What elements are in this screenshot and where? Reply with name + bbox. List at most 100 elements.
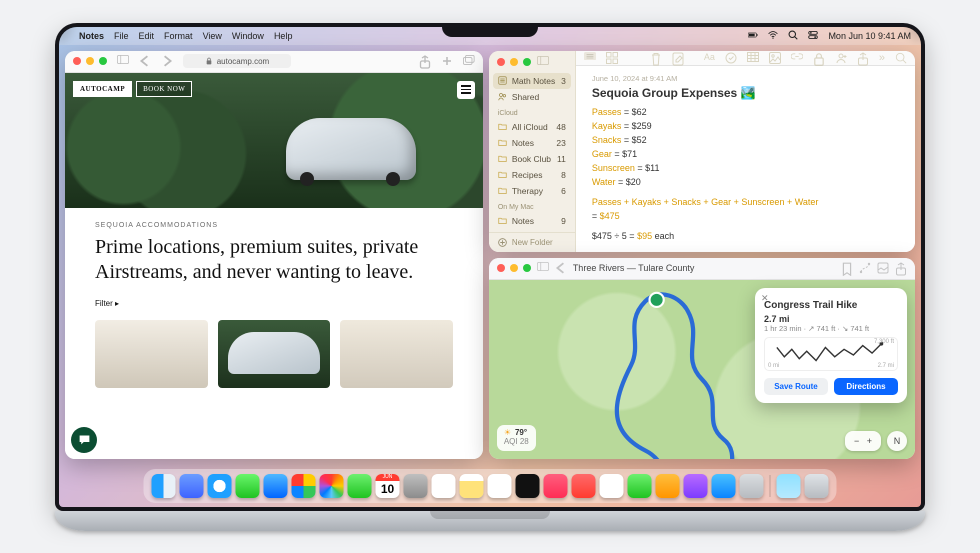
directions-button[interactable]: Directions [834,378,898,395]
lock-icon[interactable] [813,52,825,64]
url-text: autocamp.com [217,57,269,66]
dock-maps-icon[interactable] [292,474,316,498]
sidebar-item[interactable]: Recipes8 [489,167,575,183]
forward-icon[interactable] [161,55,173,67]
sidebar-item[interactable]: All iCloud48 [489,119,575,135]
maps-traffic-lights[interactable] [497,264,531,272]
menubar-datetime[interactable]: Mon Jun 10 9:41 AM [828,31,911,41]
menu-view[interactable]: View [203,31,222,41]
bookmark-icon[interactable] [841,262,853,274]
route-distance: 2.7 mi [764,314,898,324]
menu-file[interactable]: File [114,31,129,41]
route-icon[interactable] [859,262,871,274]
dock-reminders-icon[interactable] [432,474,456,498]
dock-messages-icon[interactable] [236,474,260,498]
dock-mail-icon[interactable] [264,474,288,498]
checklist-icon[interactable] [725,52,737,64]
note-editor[interactable]: June 10, 2024 at 9:41 AM Sequoia Group E… [576,66,915,251]
people-icon [498,92,507,101]
back-icon[interactable] [139,55,151,67]
sidebar-item[interactable]: Notes23 [489,135,575,151]
hamburger-menu-icon[interactable] [457,81,475,99]
menubar-app-name[interactable]: Notes [79,31,104,41]
view-grid-icon[interactable] [606,52,618,64]
accommodation-card[interactable] [95,320,208,388]
delete-note-icon[interactable] [650,52,662,64]
dock-finder-icon[interactable] [152,474,176,498]
sidebar-item[interactable]: Therapy6 [489,183,575,199]
dock-numbers-icon[interactable] [628,474,652,498]
battery-icon[interactable] [748,30,758,42]
new-note-icon[interactable] [672,52,684,64]
control-center-icon[interactable] [808,30,818,42]
share-icon[interactable] [857,52,869,64]
notes-traffic-lights[interactable] [497,58,531,66]
route-card: ✕ Congress Trail Hike 2.7 mi 1 hr 23 min… [755,288,907,403]
view-list-icon[interactable] [584,52,596,64]
sidebar-icon[interactable] [117,55,129,67]
chat-fab[interactable] [71,427,97,453]
share-icon[interactable] [419,55,431,67]
dock-downloads-icon[interactable] [777,474,801,498]
dock-podcasts-icon[interactable] [684,474,708,498]
menu-window[interactable]: Window [232,31,264,41]
link-icon[interactable] [791,52,803,64]
map-canvas[interactable]: ✕ Congress Trail Hike 2.7 mi 1 hr 23 min… [489,280,915,459]
dock-safari-icon[interactable] [208,474,232,498]
zoom-control[interactable]: − + [845,431,881,451]
spotlight-icon[interactable] [788,30,798,42]
dock-news-icon[interactable] [572,474,596,498]
sidebar-item[interactable]: Book Club11 [489,151,575,167]
dock-keynote-icon[interactable] [600,474,624,498]
table-icon[interactable] [747,52,759,64]
dock-music-icon[interactable] [544,474,568,498]
share-icon[interactable] [895,262,907,274]
sidebar-toggle-icon[interactable] [537,56,549,68]
menu-format[interactable]: Format [164,31,193,41]
page-kicker: SEQUOIA ACCOMMODATIONS [95,222,453,229]
menu-edit[interactable]: Edit [139,31,155,41]
close-icon[interactable]: ✕ [761,293,769,304]
dock-trash-icon[interactable] [805,474,829,498]
collaborate-icon[interactable] [835,52,847,64]
format-icon[interactable]: Aa [704,52,715,64]
dock[interactable] [144,469,837,503]
new-tab-icon[interactable] [441,55,453,67]
accommodation-card[interactable] [218,320,331,388]
safari-traffic-lights[interactable] [73,57,107,65]
dock-tv-icon[interactable] [516,474,540,498]
brand-logo[interactable]: AUTOCAMP [73,81,132,97]
dock-contacts-icon[interactable] [404,474,428,498]
dock-freeform-icon[interactable] [488,474,512,498]
dock-settings-icon[interactable] [740,474,764,498]
dock-calendar-icon[interactable] [376,474,400,498]
dock-facetime-icon[interactable] [348,474,372,498]
filter-control[interactable]: Filter ▸ [95,299,453,308]
media-icon[interactable] [769,52,781,64]
dock-photos-icon[interactable] [320,474,344,498]
math-icon [498,76,507,85]
more-icon[interactable]: » [879,52,885,64]
notes-sidebar: Math Notes3 Shared iCloud All iCloud48 N… [489,51,576,252]
sidebar-item-math-notes[interactable]: Math Notes3 [493,73,571,89]
menu-help[interactable]: Help [274,31,293,41]
dock-share-icon[interactable] [180,474,204,498]
sidebar-item-shared[interactable]: Shared [489,89,575,105]
dock-appstore-icon[interactable] [712,474,736,498]
tabs-icon[interactable] [463,55,475,67]
accommodation-card[interactable] [340,320,453,388]
new-folder-button[interactable]: New Folder [489,232,575,252]
save-route-button[interactable]: Save Route [764,378,828,395]
wifi-icon[interactable] [768,30,778,42]
search-icon[interactable] [895,52,907,64]
back-icon[interactable] [555,262,567,274]
compass-icon[interactable]: N [887,431,907,451]
dock-notes-icon[interactable] [460,474,484,498]
book-now-button[interactable]: BOOK NOW [136,81,192,97]
map-mode-icon[interactable] [877,262,889,274]
sidebar-icon[interactable] [537,262,549,274]
weather-badge[interactable]: ☀79° AQI 28 [497,425,536,451]
dock-pages-icon[interactable] [656,474,680,498]
sidebar-item[interactable]: Notes9 [489,213,575,229]
safari-url-bar[interactable]: autocamp.com [183,54,291,68]
